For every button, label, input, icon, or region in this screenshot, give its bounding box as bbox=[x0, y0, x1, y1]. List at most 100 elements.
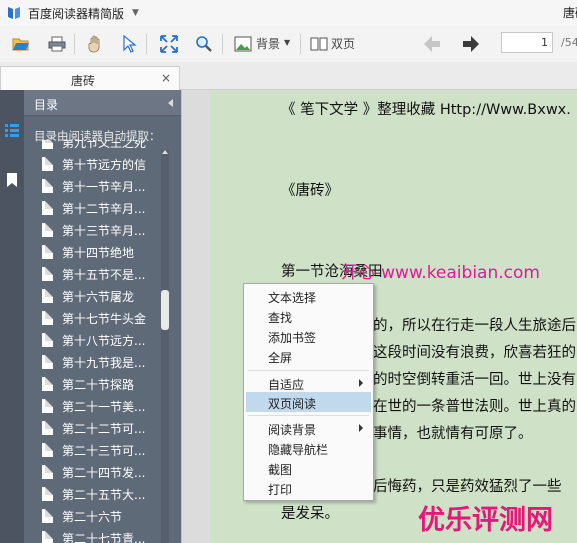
context-menu: 文本选择 查找 添加书签 全屏 自适应 双页阅读 阅读背景 隐藏导航栏 截图 打… bbox=[243, 283, 374, 501]
toc-item[interactable]: 第十七节牛头金 bbox=[42, 308, 170, 328]
toc-scrollbar[interactable] bbox=[161, 150, 169, 543]
toolbar-separator bbox=[300, 34, 301, 54]
open-folder-icon[interactable] bbox=[10, 33, 32, 55]
hand-tool-icon[interactable] bbox=[84, 33, 106, 55]
dual-page-book-icon[interactable] bbox=[308, 33, 330, 55]
document-icon bbox=[42, 399, 53, 413]
toc-item-label: 第十节远方的信 bbox=[62, 157, 147, 172]
doc-line: 是发呆。 bbox=[281, 506, 339, 522]
toolbar-separator bbox=[222, 34, 223, 54]
document-icon bbox=[42, 487, 53, 501]
zoom-icon[interactable] bbox=[193, 33, 215, 55]
scroll-up-arrow-icon[interactable] bbox=[162, 150, 168, 154]
toc-item-label: 第二十四节发... bbox=[62, 465, 146, 480]
doc-line: 在世的一条普世法则。世上真的 bbox=[373, 399, 576, 415]
toc-item[interactable]: 第二十三节可... bbox=[42, 440, 170, 460]
toc-item[interactable]: 第二十二节可... bbox=[42, 418, 170, 438]
tab-book[interactable]: 唐砖 × bbox=[0, 66, 180, 91]
toc-item[interactable]: 第十二节辛月... bbox=[42, 198, 170, 218]
document-icon bbox=[42, 421, 53, 435]
bookmark-icon[interactable] bbox=[4, 172, 20, 188]
page-total: /54 bbox=[561, 36, 577, 49]
toc-item[interactable]: 第二十六节 bbox=[42, 506, 170, 526]
toc-item[interactable]: 第十三节辛月... bbox=[42, 220, 170, 240]
toc-item[interactable]: 第二十一节美... bbox=[42, 396, 170, 416]
dual-page-button-label[interactable]: 双页 bbox=[331, 35, 355, 52]
document-icon bbox=[42, 267, 53, 281]
toc-item[interactable]: 第二十五节大... bbox=[42, 484, 170, 504]
toc-item[interactable]: 第二十七节青... bbox=[42, 528, 170, 543]
toc-item[interactable]: 第九节父王之死 bbox=[42, 140, 170, 152]
background-image-icon[interactable] bbox=[232, 33, 254, 55]
toc-item-label: 第十八节远方... bbox=[62, 333, 146, 348]
toc-item[interactable]: 第十四节绝地 bbox=[42, 242, 170, 262]
menu-item-hide-navbar[interactable]: 隐藏导航栏 bbox=[244, 438, 373, 458]
toc-header: 目录 bbox=[24, 90, 181, 116]
document-icon bbox=[42, 289, 53, 303]
toc-list-icon[interactable] bbox=[4, 122, 20, 138]
background-button-label[interactable]: 背景 bbox=[256, 35, 280, 52]
menu-separator bbox=[248, 415, 369, 416]
side-icon-strip bbox=[0, 90, 24, 543]
document-icon bbox=[42, 509, 53, 523]
background-dropdown-caret-icon[interactable]: ▼ bbox=[284, 38, 290, 47]
fit-screen-icon[interactable] bbox=[158, 33, 180, 55]
toc-item[interactable]: 第二十节探路 bbox=[42, 374, 170, 394]
menu-item-dual-page[interactable]: 双页阅读 bbox=[246, 392, 371, 412]
toc-item-label: 第十五节不是... bbox=[62, 267, 146, 282]
toc-item[interactable]: 第十五节不是... bbox=[42, 264, 170, 284]
toc-item-label: 第二十五节大... bbox=[62, 487, 146, 502]
submenu-arrow-icon bbox=[359, 379, 363, 387]
menu-item-fullscreen[interactable]: 全屏 bbox=[244, 346, 373, 366]
toolbar-separator bbox=[74, 34, 75, 54]
toc-item-label: 第九节父王之死 bbox=[62, 140, 147, 150]
document-icon bbox=[42, 179, 53, 193]
previous-page-arrow-icon[interactable] bbox=[421, 33, 443, 55]
document-icon bbox=[42, 223, 53, 237]
toc-item-label: 第十一节辛月... bbox=[62, 179, 146, 194]
toc-item[interactable]: 第十八节远方... bbox=[42, 330, 170, 350]
toc-item-label: 第十六节屠龙 bbox=[62, 289, 135, 304]
menu-item-reading-background[interactable]: 阅读背景 bbox=[244, 418, 373, 438]
menu-item-add-bookmark[interactable]: 添加书签 bbox=[244, 326, 373, 346]
doc-line: 的时空倒转重活一回。世上没有 bbox=[373, 372, 576, 388]
tab-bar: 唐砖 × bbox=[0, 62, 577, 91]
document-icon bbox=[42, 201, 53, 215]
watermark-url: 开心-www.keaibian.com bbox=[341, 263, 540, 283]
toc-item[interactable]: 第十一节辛月... bbox=[42, 176, 170, 196]
title-menu-caret-icon[interactable]: ▼ bbox=[132, 8, 139, 18]
toc-list: 第九节父王之死第十节远方的信 第十一节辛月... 第十二节辛月... 第十三节辛月..… bbox=[42, 140, 170, 543]
tab-close-icon[interactable]: × bbox=[161, 71, 171, 85]
title-bar: 百度阅读器精简版 ▼ 唐砖 bbox=[0, 0, 577, 26]
select-cursor-icon[interactable] bbox=[118, 33, 140, 55]
doc-line: 《唐砖》 bbox=[281, 183, 339, 199]
menu-separator bbox=[248, 370, 369, 371]
toc-item[interactable]: 第十九节我是... bbox=[42, 352, 170, 372]
document-icon bbox=[42, 355, 53, 369]
toc-item[interactable]: 第十节远方的信 bbox=[42, 154, 170, 174]
menu-item-find[interactable]: 查找 bbox=[244, 306, 373, 326]
toolbar-separator bbox=[146, 34, 147, 54]
window-title-book: 唐砖 bbox=[563, 6, 577, 20]
next-page-arrow-icon[interactable] bbox=[460, 33, 482, 55]
menu-item-print[interactable]: 打印 bbox=[244, 478, 373, 498]
doc-line: 这段时间没有浪费，欣喜若狂的 bbox=[373, 345, 576, 361]
menu-item-adaptive[interactable]: 自适应 bbox=[244, 373, 373, 393]
toc-item[interactable]: 第二十四节发... bbox=[42, 462, 170, 482]
collapse-sidebar-icon[interactable] bbox=[168, 99, 173, 107]
toc-item-label: 第二十一节美... bbox=[62, 399, 146, 414]
panel-splitter[interactable] bbox=[181, 90, 210, 543]
document-icon bbox=[42, 333, 53, 347]
toc-item-label: 第十三节辛月... bbox=[62, 223, 146, 238]
menu-item-screenshot[interactable]: 截图 bbox=[244, 458, 373, 478]
print-icon[interactable] bbox=[46, 33, 68, 55]
toc-item-label: 第十四节绝地 bbox=[62, 245, 135, 260]
doc-line: 后悔药，只是药效猛烈了一些 bbox=[373, 479, 562, 495]
toc-scroll-thumb[interactable] bbox=[161, 290, 169, 330]
page-number-input[interactable]: 1 bbox=[501, 32, 553, 53]
toc-item-label: 第二十节探路 bbox=[62, 377, 135, 392]
doc-line: 《 笔下文学 》整理收藏 Http://Www.Bxwx. bbox=[281, 102, 571, 118]
toc-item[interactable]: 第十六节屠龙 bbox=[42, 286, 170, 306]
menu-item-text-select[interactable]: 文本选择 bbox=[244, 286, 373, 306]
toc-sidebar: 目录 目录由阅读器自动提取： 第九节父王之死 第十节远方的信 第十一节辛月... 第十… bbox=[24, 90, 181, 543]
